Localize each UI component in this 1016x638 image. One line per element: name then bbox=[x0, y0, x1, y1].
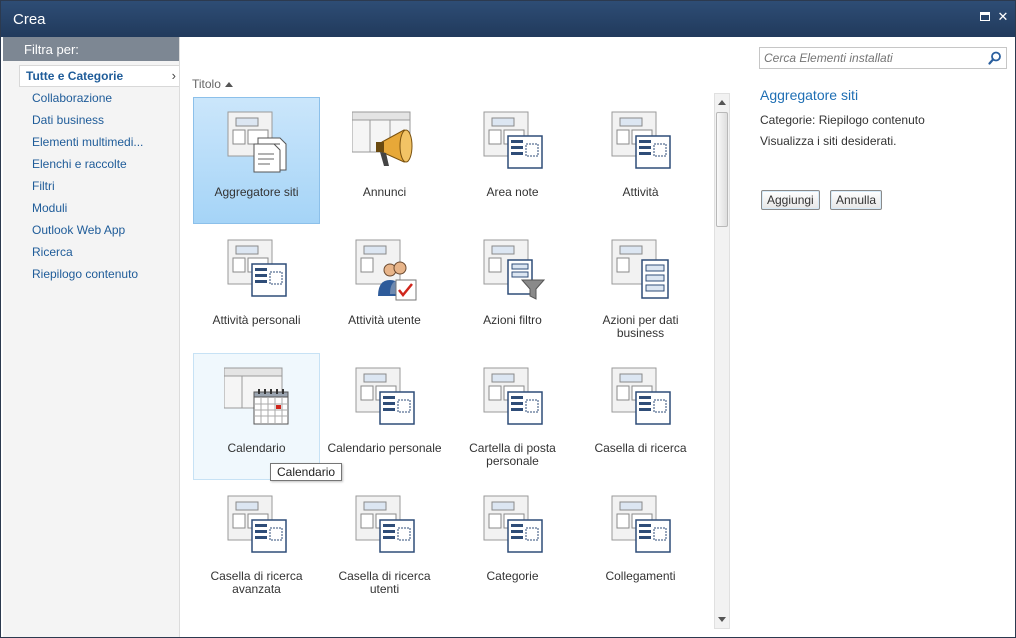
tile-label: Area note bbox=[486, 185, 539, 199]
scroll-thumb[interactable] bbox=[716, 112, 728, 227]
webpart-gallery: Titolo Aggregatore siti Annunci Area note A… bbox=[181, 37, 732, 637]
tile-label: Attività utente bbox=[348, 313, 421, 327]
webpart-icon bbox=[608, 494, 674, 560]
category-item-outlook[interactable]: Outlook Web App bbox=[3, 219, 179, 241]
webpart-tile[interactable]: Calendario bbox=[193, 353, 320, 480]
category-list: Tutte e Categorie › Collaborazione Dati … bbox=[3, 65, 179, 285]
tile-grid: Aggregatore siti Annunci Area note Attività… bbox=[192, 97, 712, 627]
sort-label: Titolo bbox=[192, 77, 221, 91]
webpart-icon bbox=[608, 110, 674, 176]
webpart-tile[interactable]: Aggregatore siti bbox=[193, 97, 320, 224]
webpart-tile[interactable]: Attività personali bbox=[193, 225, 320, 352]
webpart-tile[interactable]: Collegamenti bbox=[577, 481, 704, 608]
category-item-collaboration[interactable]: Collaborazione bbox=[3, 87, 179, 109]
webpart-tile[interactable]: Attività bbox=[577, 97, 704, 224]
tile-label: Attività personali bbox=[212, 313, 301, 327]
search-input[interactable] bbox=[760, 48, 982, 68]
tile-label: Calendario bbox=[227, 441, 286, 455]
webpart-icon bbox=[608, 366, 674, 432]
category-item-lists[interactable]: Elenchi e raccolte bbox=[3, 153, 179, 175]
scroll-down-icon[interactable] bbox=[715, 612, 729, 626]
tile-label: Casella di ricerca bbox=[594, 441, 687, 455]
webpart-tile[interactable]: Casella di ricerca bbox=[577, 353, 704, 480]
tile-label: Casella di ricerca utenti bbox=[338, 569, 431, 596]
tile-label: Azioni filtro bbox=[483, 313, 542, 327]
webpart-tile[interactable]: Casella di ricerca avanzata bbox=[193, 481, 320, 608]
sort-ascending-icon bbox=[224, 82, 233, 87]
category-item-business-data[interactable]: Dati business bbox=[3, 109, 179, 131]
category-item-all[interactable]: Tutte e Categorie › bbox=[19, 65, 179, 87]
dialog-title: Crea bbox=[13, 11, 46, 28]
webpart-icon bbox=[480, 110, 546, 176]
tile-label: Annunci bbox=[362, 185, 407, 199]
filter-sidebar: Filtra per: Tutte e Categorie › Collabor… bbox=[3, 37, 180, 637]
webpart-tile[interactable]: Cartella di posta personale bbox=[449, 353, 576, 480]
webpart-tile[interactable]: Area note bbox=[449, 97, 576, 224]
cancel-button[interactable]: Annulla bbox=[830, 190, 883, 210]
filter-header: Filtra per: bbox=[3, 37, 179, 61]
tile-label: Collegamenti bbox=[605, 569, 676, 583]
webpart-tile[interactable]: Calendario personale bbox=[321, 353, 448, 480]
webpart-icon bbox=[352, 366, 418, 432]
selected-item-description: Visualizza i siti desiderati. bbox=[760, 134, 897, 148]
category-item-filters[interactable]: Filtri bbox=[3, 175, 179, 197]
webpart-icon bbox=[352, 494, 418, 560]
sort-by-title[interactable]: Titolo bbox=[192, 77, 233, 91]
tile-label: Categorie bbox=[486, 569, 539, 583]
category-item-forms[interactable]: Moduli bbox=[3, 197, 179, 219]
calendar-icon bbox=[223, 366, 290, 432]
tile-label: Aggregatore siti bbox=[214, 185, 299, 199]
webpart-tile[interactable]: Categorie bbox=[449, 481, 576, 608]
webpart-icon bbox=[480, 366, 546, 432]
webpart-tile[interactable]: Casella di ricerca utenti bbox=[321, 481, 448, 608]
webpart-tile[interactable]: Annunci bbox=[321, 97, 448, 224]
dialog-titlebar: Crea ✕ bbox=[1, 1, 1015, 37]
user-tasks-icon bbox=[352, 238, 418, 304]
category-item-media[interactable]: Elementi multimedi... bbox=[3, 131, 179, 153]
tile-tooltip: Calendario bbox=[270, 463, 343, 481]
selected-item-title: Aggregatore siti bbox=[760, 87, 859, 103]
business-data-icon bbox=[608, 238, 674, 304]
scroll-up-icon[interactable] bbox=[715, 96, 729, 110]
filter-actions-icon bbox=[480, 238, 546, 304]
tile-label: Attività bbox=[622, 185, 659, 199]
maximize-icon[interactable] bbox=[977, 9, 993, 25]
close-icon[interactable]: ✕ bbox=[995, 9, 1011, 25]
announcements-icon bbox=[351, 110, 418, 176]
webpart-icon bbox=[480, 494, 546, 560]
chevron-right-icon: › bbox=[171, 68, 176, 83]
category-item-content-rollup[interactable]: Riepilogo contenuto bbox=[3, 263, 179, 285]
tile-label: Azioni per dati business bbox=[602, 313, 679, 340]
selected-item-category: Categorie: Riepilogo contenuto bbox=[760, 113, 925, 127]
webpart-tile[interactable]: Attività utente bbox=[321, 225, 448, 352]
tile-label: Cartella di posta personale bbox=[469, 441, 556, 468]
category-label: Tutte e Categorie bbox=[26, 69, 124, 83]
gallery-scrollbar[interactable] bbox=[714, 93, 730, 629]
create-dialog: Crea ✕ Filtra per: Tutte e Categorie › C… bbox=[0, 0, 1016, 638]
webpart-tile[interactable]: Azioni per dati business bbox=[577, 225, 704, 352]
tile-label: Casella di ricerca avanzata bbox=[210, 569, 303, 596]
category-item-search[interactable]: Ricerca bbox=[3, 241, 179, 263]
site-aggregator-icon bbox=[224, 110, 290, 176]
tile-label: Calendario personale bbox=[327, 441, 442, 455]
webpart-icon bbox=[224, 238, 290, 304]
webpart-tile[interactable]: Azioni filtro bbox=[449, 225, 576, 352]
search-icon[interactable] bbox=[988, 51, 1002, 65]
details-panel: Aggregatore siti Categorie: Riepilogo co… bbox=[733, 37, 1015, 637]
webpart-icon bbox=[224, 494, 290, 560]
search-box bbox=[759, 47, 1007, 69]
add-button[interactable]: Aggiungi bbox=[761, 190, 820, 210]
